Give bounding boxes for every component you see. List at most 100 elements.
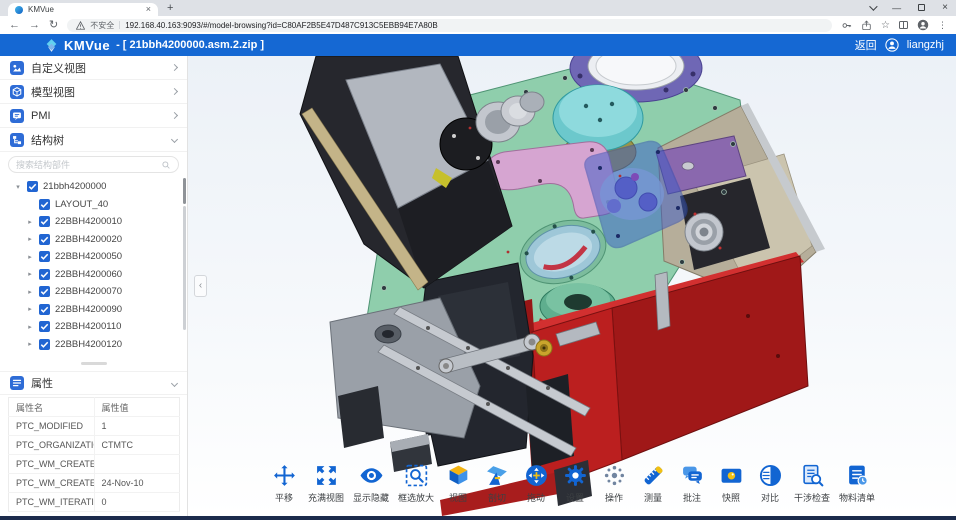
browser-action-icons: ☆ ⋮	[841, 19, 947, 31]
tree-node-label: 22BBH4200120	[55, 339, 122, 350]
forward-icon[interactable]: →	[29, 20, 40, 31]
address-bar[interactable]: 不安全 192.168.40.163:9093/#/model-browsing…	[67, 19, 832, 32]
browser-tab[interactable]: KMVue ×	[8, 3, 158, 16]
operate-icon	[602, 463, 627, 488]
caret-right-icon[interactable]: ▸	[26, 218, 34, 226]
chevron-down-icon	[171, 379, 178, 386]
custom-view-icon	[10, 61, 24, 75]
caret-right-icon[interactable]: ▸	[26, 305, 34, 313]
toolbar-drag-button[interactable]: 拖动	[521, 463, 551, 504]
username[interactable]: liangzhj	[907, 39, 944, 51]
panel-properties[interactable]: 属性	[0, 371, 187, 395]
model-canvas[interactable]	[188, 56, 956, 516]
user-avatar-icon[interactable]	[885, 38, 899, 52]
property-cell: PTC_WM_CREATED_...	[9, 474, 95, 493]
profile-avatar-icon[interactable]	[917, 19, 929, 31]
toolbar-interference-check-button[interactable]: 干涉检查	[794, 463, 830, 504]
tree-checkbox[interactable]	[39, 321, 50, 332]
panel-model-views[interactable]: 模型视图	[0, 80, 187, 104]
toolbar-compare-button[interactable]: 对比	[755, 463, 785, 504]
tree-checkbox[interactable]	[39, 199, 50, 210]
panel-pmi[interactable]: PMI	[0, 104, 187, 128]
new-tab-button[interactable]: +	[167, 3, 173, 14]
bookmark-star-icon[interactable]: ☆	[881, 20, 890, 31]
reload-icon[interactable]: ↻	[49, 20, 58, 31]
sidebar-scrollbar-thumb[interactable]	[183, 178, 186, 204]
tree-checkbox[interactable]	[39, 269, 50, 280]
side-panel-icon[interactable]	[899, 21, 908, 29]
tree-checkbox[interactable]	[39, 286, 50, 297]
tree-checkbox[interactable]	[39, 251, 50, 262]
tree-checkbox[interactable]	[39, 304, 50, 315]
panel-custom-views[interactable]: 自定义视图	[0, 56, 187, 80]
toolbar-operate-button[interactable]: 操作	[599, 463, 629, 504]
window-restore-icon[interactable]	[918, 4, 925, 11]
window-menu-icon[interactable]	[869, 2, 877, 10]
tree-node[interactable]: LAYOUT_40	[0, 196, 187, 214]
main-content: 自定义视图 模型视图 PMI 结构树 ▾21bb	[0, 56, 956, 516]
sidebar-scrollbar-track[interactable]	[183, 206, 186, 330]
viewer-toolbar: 平移充满视图显示隐藏框选放大视图 剖切 拖动设置操作测量批注快照对比 干涉检查物料清单	[269, 463, 875, 504]
toolbar-label: 对比	[761, 491, 779, 504]
toolbar-show-hide-button[interactable]: 显示隐藏	[353, 463, 389, 504]
snapshot-icon	[719, 463, 744, 488]
caret-down-icon[interactable]: ▾	[14, 183, 22, 191]
tree-node[interactable]: ▸22BBH4200060	[0, 266, 187, 284]
tree-node[interactable]: ▸22BBH4200050	[0, 248, 187, 266]
tree-checkbox[interactable]	[39, 216, 50, 227]
app-logo-text: KMVue	[64, 38, 110, 53]
browser-menu-kebab-icon[interactable]: ⋮	[938, 20, 947, 31]
tree-node[interactable]: ▸22BBH4200020	[0, 231, 187, 249]
security-label[interactable]: 不安全	[90, 20, 114, 31]
separator	[119, 21, 120, 29]
property-row: PTC_WM_CREATED_...	[9, 455, 180, 474]
column-header: 属性值	[94, 398, 180, 417]
tree-node[interactable]: ▸22BBH4200070	[0, 283, 187, 301]
tree-checkbox[interactable]	[39, 234, 50, 245]
toolbar-fit-view-button[interactable]: 充满视图	[308, 463, 344, 504]
caret-right-icon[interactable]: ▸	[26, 323, 34, 331]
toolbar-label: 剖切	[488, 491, 506, 504]
sidebar-collapse-button[interactable]: ‹	[194, 275, 207, 297]
toolbar-box-zoom-button[interactable]: 框选放大	[398, 463, 434, 504]
annotate-icon	[680, 463, 705, 488]
toolbar-snapshot-button[interactable]: 快照	[716, 463, 746, 504]
structure-search	[8, 156, 179, 173]
share-icon[interactable]	[861, 20, 872, 31]
back-link[interactable]: 返回	[855, 37, 877, 53]
window-minimize-icon[interactable]: —	[892, 3, 901, 13]
tree-node[interactable]: ▸ 22BBH4200120	[0, 336, 187, 353]
caret-right-icon[interactable]: ▸	[26, 235, 34, 243]
search-input[interactable]	[16, 160, 157, 170]
properties-table: 属性名 属性值 PTC_MODIFIED1PTC_ORGANIZATIO...C…	[8, 397, 180, 512]
toolbar-measure-button[interactable]: 测量	[638, 463, 668, 504]
toolbar-label: 视图	[449, 491, 467, 504]
toolbar-section-button[interactable]: 剖切	[482, 463, 512, 504]
toolbar-pan-button[interactable]: 平移	[269, 463, 299, 504]
model-viewport: ‹ 平移充满视图显示隐藏框选放大视图 剖切 拖动设置操作测量批注快照对比 干涉检查物料…	[188, 56, 956, 516]
panel-structure-tree[interactable]: 结构树	[0, 128, 187, 152]
property-cell: PTC_WM_ITERATION	[9, 493, 95, 512]
tree-node[interactable]: ▸22BBH4200110	[0, 318, 187, 336]
tree-node[interactable]: ▸22BBH4200010	[0, 213, 187, 231]
toolbar-annotate-button[interactable]: 批注	[677, 463, 707, 504]
caret-right-icon[interactable]: ▸	[26, 340, 34, 348]
app-logo: KMVue	[44, 38, 110, 53]
password-key-icon[interactable]	[841, 20, 852, 31]
toolbar-bom-button[interactable]: 物料清单	[839, 463, 875, 504]
tree-checkbox[interactable]	[27, 181, 38, 192]
toolbar-label: 显示隐藏	[353, 491, 389, 504]
panel-resize-handle[interactable]	[81, 362, 107, 365]
caret-right-icon[interactable]: ▸	[26, 253, 34, 261]
tree-checkbox[interactable]	[39, 339, 50, 350]
tree-node[interactable]: ▾21bbh4200000	[0, 178, 187, 196]
tab-close-icon[interactable]: ×	[146, 5, 151, 14]
toolbar-view-cube-button[interactable]: 视图	[443, 463, 473, 504]
tree-node[interactable]: ▸22BBH4200090	[0, 301, 187, 319]
caret-right-icon[interactable]: ▸	[26, 288, 34, 296]
property-cell: 0	[94, 493, 180, 512]
caret-right-icon[interactable]: ▸	[26, 270, 34, 278]
toolbar-settings-button[interactable]: 设置	[560, 463, 590, 504]
window-close-icon[interactable]: ×	[942, 2, 948, 13]
back-icon[interactable]: ←	[9, 20, 20, 31]
